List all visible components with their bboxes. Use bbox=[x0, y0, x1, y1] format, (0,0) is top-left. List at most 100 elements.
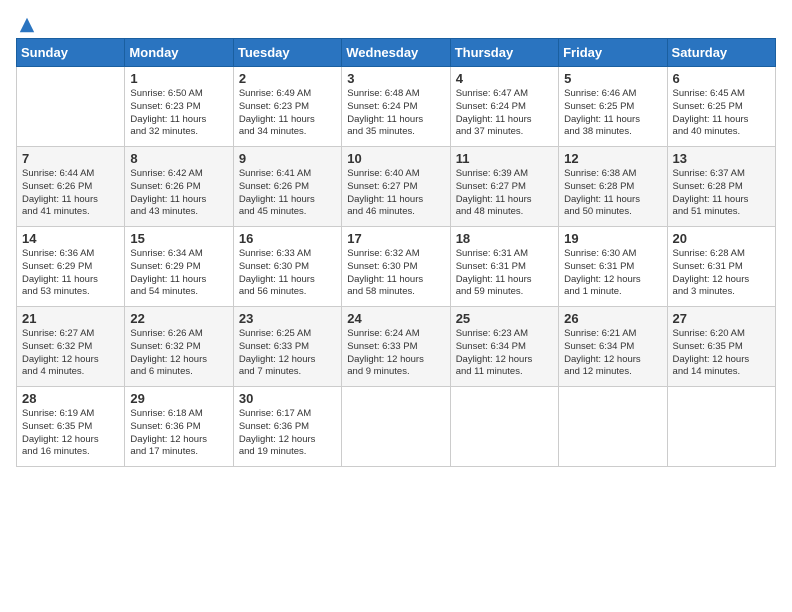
calendar-cell: 16 Sunrise: 6:33 AM Sunset: 6:30 PM Dayli… bbox=[233, 227, 341, 307]
calendar-cell: 25 Sunrise: 6:23 AM Sunset: 6:34 PM Dayli… bbox=[450, 307, 558, 387]
calendar-cell: 3 Sunrise: 6:48 AM Sunset: 6:24 PM Daylig… bbox=[342, 67, 450, 147]
calendar-week-row: 7 Sunrise: 6:44 AM Sunset: 6:26 PM Daylig… bbox=[17, 147, 776, 227]
calendar-table: SundayMondayTuesdayWednesdayThursdayFrid… bbox=[16, 38, 776, 467]
day-number: 28 bbox=[22, 391, 119, 406]
calendar-week-row: 21 Sunrise: 6:27 AM Sunset: 6:32 PM Dayli… bbox=[17, 307, 776, 387]
calendar-cell: 15 Sunrise: 6:34 AM Sunset: 6:29 PM Dayli… bbox=[125, 227, 233, 307]
calendar-cell: 5 Sunrise: 6:46 AM Sunset: 6:25 PM Daylig… bbox=[559, 67, 667, 147]
logo bbox=[16, 16, 36, 30]
day-number: 29 bbox=[130, 391, 227, 406]
calendar-cell: 18 Sunrise: 6:31 AM Sunset: 6:31 PM Dayli… bbox=[450, 227, 558, 307]
day-info: Sunrise: 6:24 AM Sunset: 6:33 PM Dayligh… bbox=[347, 328, 444, 379]
day-number: 16 bbox=[239, 231, 336, 246]
day-number: 12 bbox=[564, 151, 661, 166]
day-number: 3 bbox=[347, 71, 444, 86]
day-info: Sunrise: 6:20 AM Sunset: 6:35 PM Dayligh… bbox=[673, 328, 770, 379]
day-number: 11 bbox=[456, 151, 553, 166]
calendar-cell: 9Sunrise: 6:41 AM Sunset: 6:26 PM Daylig… bbox=[233, 147, 341, 227]
calendar-cell bbox=[559, 387, 667, 467]
day-info: Sunrise: 6:49 AM Sunset: 6:23 PM Dayligh… bbox=[239, 88, 336, 139]
calendar-cell: 11 Sunrise: 6:39 AM Sunset: 6:27 PM Dayli… bbox=[450, 147, 558, 227]
day-number: 14 bbox=[22, 231, 119, 246]
day-info: Sunrise: 6:42 AM Sunset: 6:26 PM Dayligh… bbox=[130, 168, 227, 219]
calendar-header-friday: Friday bbox=[559, 39, 667, 67]
calendar-cell: 12 Sunrise: 6:38 AM Sunset: 6:28 PM Dayli… bbox=[559, 147, 667, 227]
day-info: Sunrise: 6:46 AM Sunset: 6:25 PM Dayligh… bbox=[564, 88, 661, 139]
calendar-cell: 6 Sunrise: 6:45 AM Sunset: 6:25 PM Daylig… bbox=[667, 67, 775, 147]
day-number: 19 bbox=[564, 231, 661, 246]
day-number: 18 bbox=[456, 231, 553, 246]
calendar-header-monday: Monday bbox=[125, 39, 233, 67]
day-number: 22 bbox=[130, 311, 227, 326]
calendar-cell: 29 Sunrise: 6:18 AM Sunset: 6:36 PM Dayli… bbox=[125, 387, 233, 467]
day-number: 6 bbox=[673, 71, 770, 86]
day-number: 5 bbox=[564, 71, 661, 86]
calendar-cell: 1Sunrise: 6:50 AM Sunset: 6:23 PM Daylig… bbox=[125, 67, 233, 147]
day-number: 27 bbox=[673, 311, 770, 326]
day-number: 8 bbox=[130, 151, 227, 166]
day-number: 23 bbox=[239, 311, 336, 326]
calendar-cell: 2Sunrise: 6:49 AM Sunset: 6:23 PM Daylig… bbox=[233, 67, 341, 147]
day-number: 21 bbox=[22, 311, 119, 326]
calendar-cell: 20 Sunrise: 6:28 AM Sunset: 6:31 PM Dayli… bbox=[667, 227, 775, 307]
calendar-cell: 8 Sunrise: 6:42 AM Sunset: 6:26 PM Daylig… bbox=[125, 147, 233, 227]
calendar-cell: 28 Sunrise: 6:19 AM Sunset: 6:35 PM Dayli… bbox=[17, 387, 125, 467]
day-number: 4 bbox=[456, 71, 553, 86]
calendar-header-thursday: Thursday bbox=[450, 39, 558, 67]
calendar-week-row: 28 Sunrise: 6:19 AM Sunset: 6:35 PM Dayli… bbox=[17, 387, 776, 467]
day-info: Sunrise: 6:36 AM Sunset: 6:29 PM Dayligh… bbox=[22, 248, 119, 299]
day-number: 13 bbox=[673, 151, 770, 166]
day-info: Sunrise: 6:47 AM Sunset: 6:24 PM Dayligh… bbox=[456, 88, 553, 139]
day-number: 15 bbox=[130, 231, 227, 246]
logo-icon bbox=[18, 16, 36, 34]
day-info: Sunrise: 6:17 AM Sunset: 6:36 PM Dayligh… bbox=[239, 408, 336, 459]
day-number: 30 bbox=[239, 391, 336, 406]
day-number: 24 bbox=[347, 311, 444, 326]
calendar-cell: 13 Sunrise: 6:37 AM Sunset: 6:28 PM Dayli… bbox=[667, 147, 775, 227]
day-info: Sunrise: 6:48 AM Sunset: 6:24 PM Dayligh… bbox=[347, 88, 444, 139]
day-number: 7 bbox=[22, 151, 119, 166]
day-info: Sunrise: 6:27 AM Sunset: 6:32 PM Dayligh… bbox=[22, 328, 119, 379]
calendar-cell bbox=[450, 387, 558, 467]
day-info: Sunrise: 6:26 AM Sunset: 6:32 PM Dayligh… bbox=[130, 328, 227, 379]
day-info: Sunrise: 6:38 AM Sunset: 6:28 PM Dayligh… bbox=[564, 168, 661, 219]
calendar-header-row: SundayMondayTuesdayWednesdayThursdayFrid… bbox=[17, 39, 776, 67]
day-number: 26 bbox=[564, 311, 661, 326]
day-info: Sunrise: 6:34 AM Sunset: 6:29 PM Dayligh… bbox=[130, 248, 227, 299]
day-info: Sunrise: 6:37 AM Sunset: 6:28 PM Dayligh… bbox=[673, 168, 770, 219]
calendar-week-row: 14 Sunrise: 6:36 AM Sunset: 6:29 PM Dayli… bbox=[17, 227, 776, 307]
day-info: Sunrise: 6:39 AM Sunset: 6:27 PM Dayligh… bbox=[456, 168, 553, 219]
calendar-header-saturday: Saturday bbox=[667, 39, 775, 67]
day-info: Sunrise: 6:33 AM Sunset: 6:30 PM Dayligh… bbox=[239, 248, 336, 299]
calendar-cell: 19 Sunrise: 6:30 AM Sunset: 6:31 PM Dayli… bbox=[559, 227, 667, 307]
day-info: Sunrise: 6:28 AM Sunset: 6:31 PM Dayligh… bbox=[673, 248, 770, 299]
calendar-header-tuesday: Tuesday bbox=[233, 39, 341, 67]
day-number: 1 bbox=[130, 71, 227, 86]
day-info: Sunrise: 6:19 AM Sunset: 6:35 PM Dayligh… bbox=[22, 408, 119, 459]
calendar-header-wednesday: Wednesday bbox=[342, 39, 450, 67]
day-number: 25 bbox=[456, 311, 553, 326]
calendar-cell: 4 Sunrise: 6:47 AM Sunset: 6:24 PM Daylig… bbox=[450, 67, 558, 147]
calendar-cell bbox=[342, 387, 450, 467]
day-info: Sunrise: 6:23 AM Sunset: 6:34 PM Dayligh… bbox=[456, 328, 553, 379]
calendar-cell bbox=[667, 387, 775, 467]
day-info: Sunrise: 6:45 AM Sunset: 6:25 PM Dayligh… bbox=[673, 88, 770, 139]
calendar-cell: 21 Sunrise: 6:27 AM Sunset: 6:32 PM Dayli… bbox=[17, 307, 125, 387]
calendar-cell: 26Sunrise: 6:21 AM Sunset: 6:34 PM Dayli… bbox=[559, 307, 667, 387]
day-number: 10 bbox=[347, 151, 444, 166]
calendar-cell: 30 Sunrise: 6:17 AM Sunset: 6:36 PM Dayli… bbox=[233, 387, 341, 467]
day-info: Sunrise: 6:41 AM Sunset: 6:26 PM Dayligh… bbox=[239, 168, 336, 219]
day-number: 17 bbox=[347, 231, 444, 246]
day-info: Sunrise: 6:18 AM Sunset: 6:36 PM Dayligh… bbox=[130, 408, 227, 459]
calendar-cell: 24 Sunrise: 6:24 AM Sunset: 6:33 PM Dayli… bbox=[342, 307, 450, 387]
calendar-cell: 27 Sunrise: 6:20 AM Sunset: 6:35 PM Dayli… bbox=[667, 307, 775, 387]
calendar-week-row: 1Sunrise: 6:50 AM Sunset: 6:23 PM Daylig… bbox=[17, 67, 776, 147]
day-info: Sunrise: 6:31 AM Sunset: 6:31 PM Dayligh… bbox=[456, 248, 553, 299]
day-info: Sunrise: 6:30 AM Sunset: 6:31 PM Dayligh… bbox=[564, 248, 661, 299]
calendar-cell: 7 Sunrise: 6:44 AM Sunset: 6:26 PM Daylig… bbox=[17, 147, 125, 227]
day-number: 20 bbox=[673, 231, 770, 246]
calendar-cell: 14 Sunrise: 6:36 AM Sunset: 6:29 PM Dayli… bbox=[17, 227, 125, 307]
day-info: Sunrise: 6:44 AM Sunset: 6:26 PM Dayligh… bbox=[22, 168, 119, 219]
calendar-cell: 22 Sunrise: 6:26 AM Sunset: 6:32 PM Dayli… bbox=[125, 307, 233, 387]
calendar-cell: 23Sunrise: 6:25 AM Sunset: 6:33 PM Dayli… bbox=[233, 307, 341, 387]
